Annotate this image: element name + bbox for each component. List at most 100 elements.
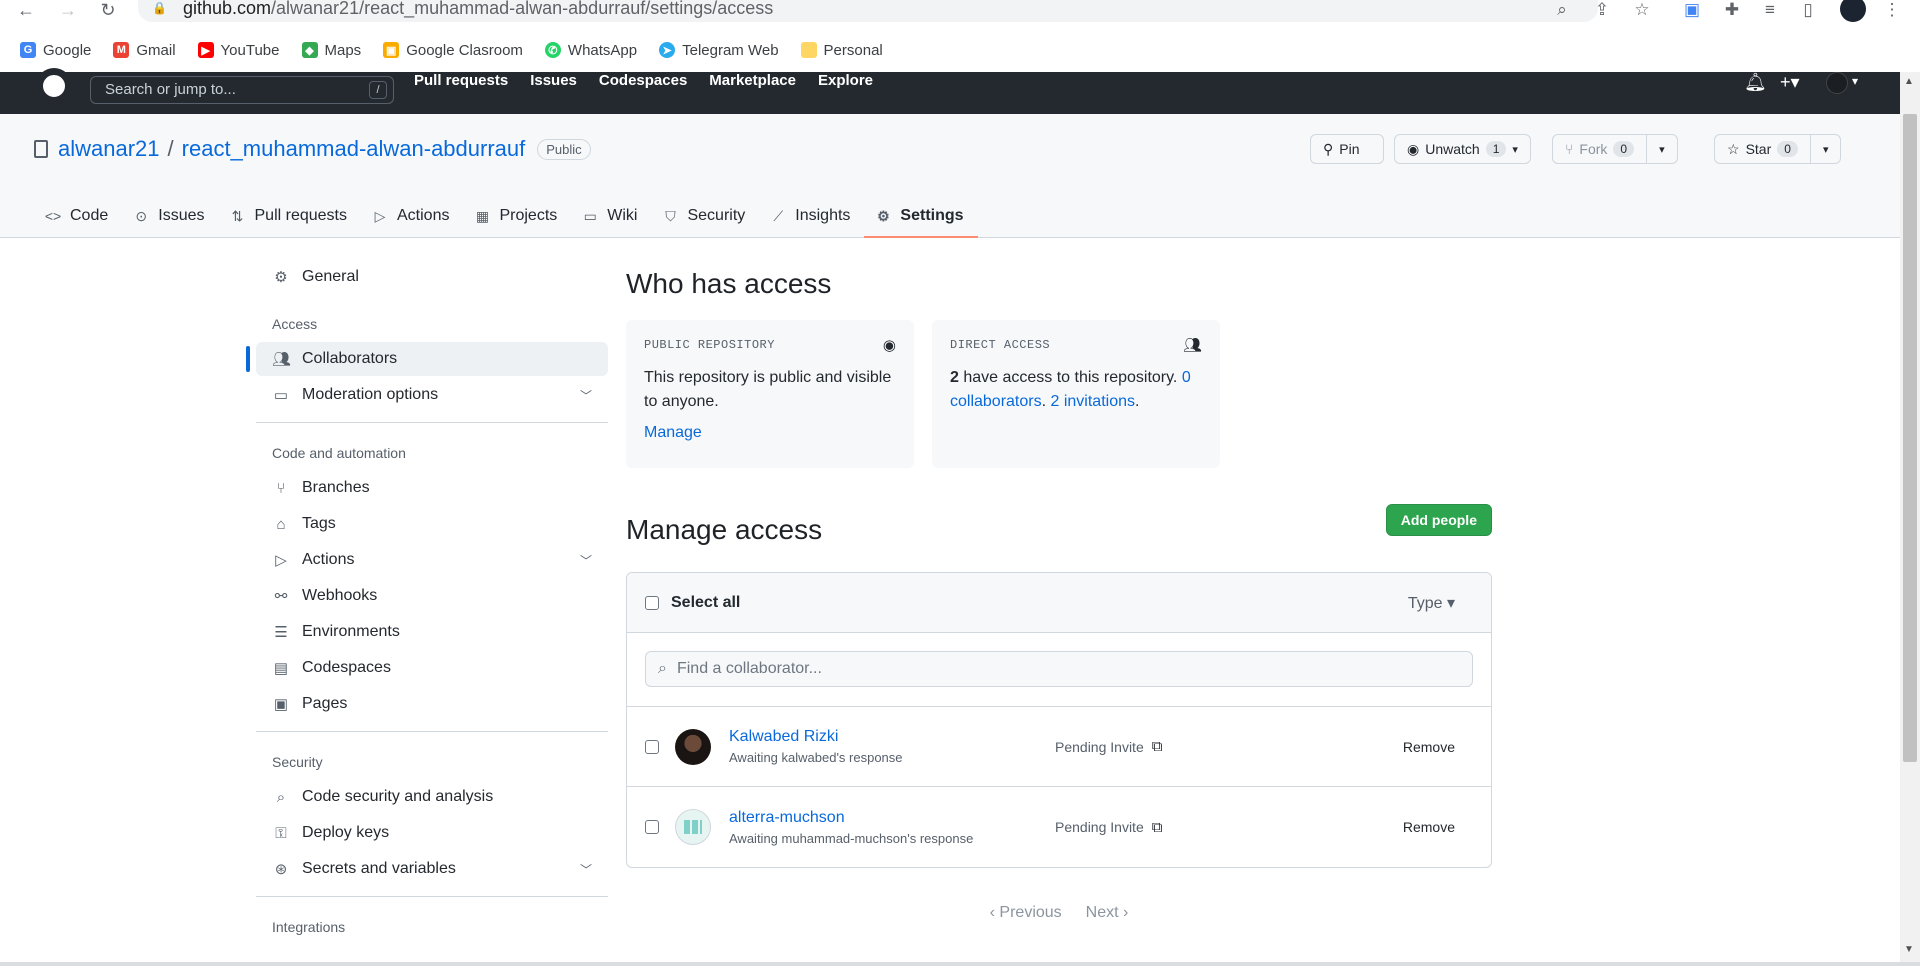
collaborator-name-link[interactable]: Kalwabed Rizki [729,728,838,745]
repo-owner-link[interactable]: alwanar21 [58,136,160,162]
bookmark-telegram[interactable]: ➤ Telegram Web [659,42,779,59]
reading-list-icon[interactable]: ≡ [1758,0,1782,20]
star-button[interactable]: ☆ Star 0 ▾ [1714,134,1842,164]
sidebar-item-collaborators[interactable]: 👥︎ Collaborators [246,342,608,376]
sidebar-item-moderation[interactable]: ▭ Moderation options ﹀ [256,378,608,412]
nav-explore[interactable]: Explore [818,72,873,90]
select-all-checkbox[interactable] [645,595,659,610]
tab-pull-requests[interactable]: ⇅ Pull requests [219,196,362,236]
scrollbar-thumb[interactable] [1903,114,1917,762]
google-icon: G [20,42,36,58]
sidebar-item-codespaces[interactable]: ▤ Codespaces [256,651,608,685]
sidebar-item-label: Codespaces [302,659,391,676]
sidebar-item-code-security[interactable]: ⌕ Code security and analysis [256,780,608,814]
copy-icon[interactable]: ⧉ [1152,819,1163,836]
nav-issues[interactable]: Issues [530,72,577,90]
server-icon: ☰ [274,624,288,641]
pin-icon: ⚲ [1323,140,1334,157]
star-dropdown[interactable]: ▾ [1809,135,1841,163]
tab-issues[interactable]: ⊙ Issues [122,196,218,236]
sidebar-item-pages[interactable]: ▣ Pages [256,687,608,721]
select-all-label: Select all [671,593,741,611]
repo-icon [34,140,48,158]
sidebar-item-webhooks[interactable]: ⚯ Webhooks [256,579,608,613]
browser-profile-avatar[interactable] [1840,0,1866,22]
global-search-input[interactable]: Search or jump to... / [90,76,394,104]
comment-icon: ▭ [273,387,289,404]
tab-wiki[interactable]: ▭ Wiki [571,196,651,236]
tab-settings[interactable]: ⚙ Settings [864,196,978,238]
chevron-down-icon[interactable]: ▾ [1852,74,1858,88]
tab-security[interactable]: ⛉ Security [651,196,759,236]
sidebar-item-general[interactable]: ⚙ General [256,260,608,294]
translate-icon[interactable]: ▣ [1680,0,1704,20]
nav-codespaces[interactable]: Codespaces [599,72,687,90]
tab-label: Pull requests [254,207,348,224]
bookmark-personal[interactable]: Personal [800,42,883,59]
pin-button[interactable]: ⚲ Pin [1310,134,1384,164]
invitations-link[interactable]: 2 invitations [1051,393,1136,410]
graph-icon: ⟋ [773,207,784,224]
tab-label: Code [70,207,109,224]
bookmark-maps[interactable]: ◆ Maps [301,42,361,59]
bookmark-classroom[interactable]: ▣ Google Clasroom [383,42,523,59]
extensions-icon[interactable]: ✚ [1720,0,1744,20]
bookmark-gmail[interactable]: M Gmail [113,42,176,59]
forward-icon[interactable]: → [56,0,80,20]
notifications-bell-icon[interactable]: 🔔︎ [1744,72,1767,93]
github-logo-icon[interactable] [36,68,72,104]
bookmark-label: WhatsApp [567,41,638,59]
reload-icon[interactable]: ↻ [96,0,120,20]
back-icon[interactable]: ← [14,0,38,20]
tab-code[interactable]: <> Code [34,196,122,236]
address-bar[interactable]: 🔒 github.com/alwanar21/react_muhammad-al… [138,0,1598,22]
collaborator-name-link[interactable]: alterra-muchson [729,809,845,826]
watch-button[interactable]: ◉ Unwatch 1 ▾ [1394,134,1531,164]
fork-button[interactable]: ⑂ Fork 0 ▾ [1552,134,1678,164]
manage-visibility-link[interactable]: Manage [644,424,896,442]
nav-marketplace[interactable]: Marketplace [709,72,796,90]
create-new-icon[interactable]: +▾ [1780,72,1800,93]
eye-icon: ◉ [882,337,896,354]
url-host: github.com [182,0,272,18]
scroll-up-icon[interactable]: ▲ [1904,76,1914,87]
bookmark-youtube[interactable]: ▶ YouTube [197,42,280,59]
next-page-button[interactable]: Next › [1086,904,1129,922]
row-checkbox[interactable] [645,820,659,834]
tab-actions[interactable]: ▷ Actions [361,196,463,236]
row-checkbox[interactable] [645,739,659,754]
zoom-icon[interactable]: ⌕ [1550,0,1574,20]
share-icon[interactable]: ⇪ [1590,0,1614,20]
card-text: This repository is public and visible to… [644,369,892,410]
sidebar-item-branches[interactable]: ⑂ Branches [256,471,608,505]
sidebar-item-deploy-keys[interactable]: ⚿ Deploy keys [256,816,608,850]
youtube-icon: ▶ [197,42,214,58]
copy-icon[interactable]: ⧉ [1152,738,1163,755]
remove-button[interactable]: Remove [1403,739,1455,755]
bookmark-google[interactable]: G Google [20,42,91,59]
settings-sidebar: ⚙ General Access 👥︎ Collaborators ▭ Moderat… [246,260,608,945]
tab-projects[interactable]: ▦ Projects [463,196,571,236]
repo-name-link[interactable]: react_muhammad-alwan-abdurrauf [182,136,526,162]
scroll-down-icon[interactable]: ▼ [1904,944,1914,955]
sidebar-item-environments[interactable]: ☰ Environments [256,615,608,649]
play-icon: ▷ [374,207,386,224]
sidebar-item-actions[interactable]: ▷ Actions ﹀ [256,543,608,577]
side-panel-icon[interactable]: ▯ [1796,0,1820,20]
remove-button[interactable]: Remove [1403,819,1455,835]
bookmark-star-icon[interactable]: ☆ [1630,0,1654,20]
bookmark-whatsapp[interactable]: ✆ WhatsApp [544,41,638,59]
add-people-button[interactable]: Add people [1385,504,1492,536]
card-label: PUBLIC REPOSITORY [644,338,775,352]
find-collaborator-input[interactable]: ⌕ Find a collaborator... [645,651,1473,687]
browser-menu-icon[interactable]: ⋮ [1880,0,1904,20]
sidebar-item-secrets[interactable]: ⊛ Secrets and variables ﹀ [256,852,608,886]
previous-page-button[interactable]: ‹ Previous [990,904,1062,922]
tab-insights[interactable]: ⟋ Insights [759,196,864,236]
sidebar-item-tags[interactable]: ⌂ Tags [256,507,608,541]
fork-dropdown[interactable]: ▾ [1646,135,1677,163]
collaborator-info: alterra-muchson Awaiting muhammad-muchso… [729,809,1055,846]
user-avatar[interactable] [1826,72,1848,94]
nav-pull-requests[interactable]: Pull requests [414,72,508,90]
type-filter-dropdown[interactable]: Type ▾ [1408,593,1455,613]
